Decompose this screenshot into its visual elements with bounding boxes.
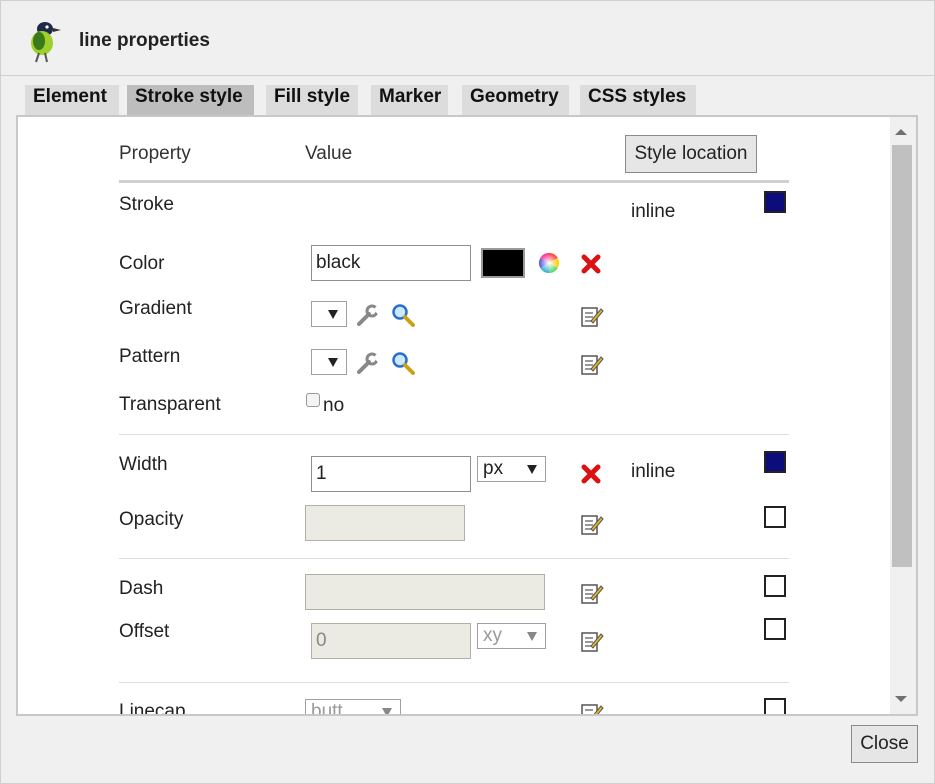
tab-fill-style[interactable]: Fill style	[266, 85, 358, 115]
edit-gradient-icon[interactable]	[580, 304, 604, 328]
width-input[interactable]	[311, 456, 471, 492]
magnifier-icon[interactable]	[391, 351, 415, 375]
opacity-label: Opacity	[119, 509, 184, 530]
dash-input[interactable]	[305, 574, 545, 610]
magnifier-icon[interactable]	[391, 303, 415, 327]
color-input[interactable]	[311, 245, 471, 281]
gradient-select[interactable]	[311, 301, 347, 327]
edit-linecap-icon[interactable]	[580, 701, 604, 716]
color-swatch[interactable]	[481, 248, 525, 278]
linecap-value: butt	[311, 701, 343, 716]
color-label: Color	[119, 253, 165, 274]
offset-label: Offset	[119, 621, 170, 642]
stroke-label: Stroke	[119, 194, 174, 215]
style-location-button[interactable]: Style location	[625, 135, 757, 173]
gradient-label: Gradient	[119, 298, 192, 319]
transparent-label: Transparent	[119, 394, 221, 415]
pattern-select[interactable]	[311, 349, 347, 375]
dash-label: Dash	[119, 578, 164, 599]
chevron-down-icon	[382, 708, 392, 714]
stroke-location-checkbox[interactable]	[764, 191, 786, 213]
scrollbar-thumb[interactable]	[892, 145, 912, 567]
tab-marker[interactable]: Marker	[371, 85, 448, 115]
close-button[interactable]: Close	[851, 725, 918, 763]
tab-geometry[interactable]: Geometry	[462, 85, 569, 115]
section-divider	[119, 682, 789, 683]
edit-pattern-icon[interactable]	[580, 352, 604, 376]
line-properties-dialog: line properties Element Stroke style Fil…	[0, 0, 935, 784]
bird-logo-icon	[31, 22, 61, 63]
value-column-header: Value	[305, 143, 353, 164]
scroll-up-arrow-icon[interactable]	[895, 129, 907, 135]
offset-location-checkbox[interactable]	[764, 618, 786, 640]
delete-color-icon[interactable]	[579, 252, 603, 276]
section-divider	[119, 558, 789, 559]
opacity-location-checkbox[interactable]	[764, 506, 786, 528]
offset-unit-select[interactable]: xy	[477, 623, 546, 649]
stroke-style-panel: Property Value Style location Stroke inl…	[16, 115, 918, 716]
section-divider	[119, 434, 789, 435]
width-label: Width	[119, 454, 168, 475]
stroke-style-location: inline	[631, 201, 676, 222]
width-unit-select[interactable]: px	[477, 456, 546, 482]
color-wheel-icon[interactable]	[537, 251, 561, 275]
width-location-checkbox[interactable]	[764, 451, 786, 473]
dialog-title: line properties	[79, 30, 210, 51]
offset-input[interactable]	[311, 623, 471, 659]
tab-css-styles[interactable]: CSS styles	[580, 85, 696, 115]
edit-dash-icon[interactable]	[580, 581, 604, 605]
width-style-location: inline	[631, 461, 676, 482]
chevron-down-icon	[328, 358, 338, 367]
chevron-down-icon	[527, 465, 537, 474]
width-unit-value: px	[483, 458, 504, 479]
opacity-input[interactable]	[305, 505, 465, 541]
tab-stroke-style[interactable]: Stroke style	[127, 85, 254, 117]
dialog-titlebar[interactable]: line properties	[1, 1, 934, 76]
chevron-down-icon	[527, 632, 537, 641]
offset-unit-value: xy	[483, 625, 502, 646]
wrench-icon[interactable]	[356, 303, 380, 327]
dash-location-checkbox[interactable]	[764, 575, 786, 597]
edit-offset-icon[interactable]	[580, 629, 604, 653]
transparent-checkbox-label: no	[323, 395, 345, 416]
panel-scrollbar[interactable]	[890, 117, 916, 714]
property-column-header: Property	[119, 143, 191, 164]
tab-element[interactable]: Element	[25, 85, 119, 115]
edit-opacity-icon[interactable]	[580, 512, 604, 536]
linecap-label: Linecap	[119, 701, 186, 716]
wrench-icon[interactable]	[356, 351, 380, 375]
transparent-checkbox[interactable]	[306, 393, 320, 407]
chevron-down-icon	[328, 310, 338, 319]
pattern-label: Pattern	[119, 346, 181, 367]
header-divider	[119, 180, 789, 183]
linecap-location-checkbox[interactable]	[764, 698, 786, 714]
scroll-down-arrow-icon[interactable]	[895, 696, 907, 702]
linecap-select[interactable]: butt	[305, 699, 401, 716]
delete-width-icon[interactable]	[579, 462, 603, 486]
